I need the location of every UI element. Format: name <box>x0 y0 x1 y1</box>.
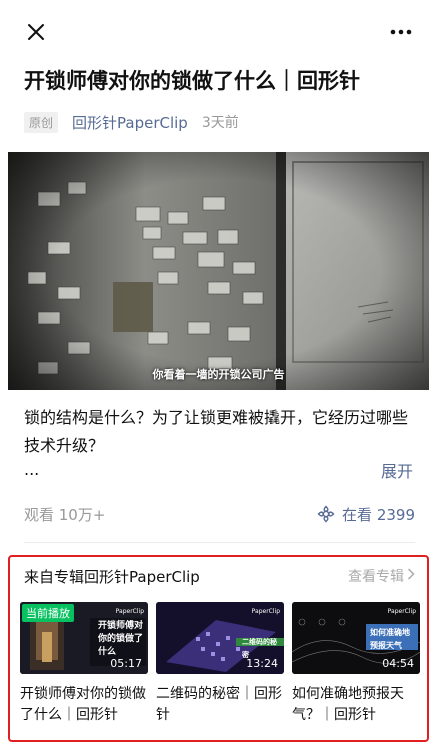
watching-button[interactable]: 在看 2399 <box>316 504 415 525</box>
description-ellipsis: ... <box>24 460 40 479</box>
card-title: 开锁师傅对你的锁做了什么｜回形针 <box>20 686 146 723</box>
now-playing-badge: 当前播放 <box>22 604 74 622</box>
thumb-brand: PaperClip <box>251 608 280 615</box>
article-title: 开锁师傅对你的锁做了什么｜回形针 <box>24 69 360 93</box>
publish-time: 3天前 <box>201 115 239 131</box>
card-title: 如何准确地预报天气？｜回形针 <box>292 686 404 723</box>
album-title: 来自专辑回形针PaperClip <box>24 567 200 586</box>
close-icon[interactable] <box>24 20 48 44</box>
video-thumbnail: PaperClip 如何准确地预报天气 04:54 <box>292 602 420 674</box>
top-bar <box>0 0 437 64</box>
thumb-brand: PaperClip <box>387 608 416 615</box>
album-header: 来自专辑回形针PaperClip 查看专辑 <box>24 565 415 587</box>
album-card[interactable]: PaperClip 如何准确地预报天气 04:54 如何准确地预报天气？｜回形针 <box>292 602 420 726</box>
author-link[interactable]: 回形针PaperClip <box>72 112 188 133</box>
chevron-right-icon <box>407 568 415 584</box>
album-cards: 当前播放 PaperClip 开锁师傅对你的锁做了什么 05:17 开锁师傅对你… <box>20 602 420 737</box>
video-player[interactable]: 你看着一墙的开锁公司广告 <box>8 152 429 390</box>
album-section: 来自专辑回形针PaperClip 查看专辑 当前播放 PaperClip 开锁师… <box>8 555 429 742</box>
video-duration: 05:17 <box>110 657 142 670</box>
video-thumbnail: 当前播放 PaperClip 开锁师傅对你的锁做了什么 05:17 <box>20 602 148 674</box>
video-thumbnail: PaperClip 二维码的秘密 13:24 <box>156 602 284 674</box>
video-duration: 04:54 <box>382 657 414 670</box>
video-frame <box>8 152 429 390</box>
video-subtitle: 你看着一墙的开锁公司广告 <box>152 368 285 381</box>
flower-icon <box>317 505 335 523</box>
album-card[interactable]: 当前播放 PaperClip 开锁师傅对你的锁做了什么 05:17 开锁师傅对你… <box>20 602 148 726</box>
view-album-button[interactable]: 查看专辑 <box>348 566 415 586</box>
article-meta: 原创 回形针PaperClip 3天前 <box>24 110 239 134</box>
divider <box>24 542 415 543</box>
card-title: 二维码的秘密｜回形针 <box>156 686 282 723</box>
thumb-title-text: 如何准确地预报天气 <box>370 628 410 650</box>
watching-count: 在看 2399 <box>342 505 415 524</box>
view-count: 观看 10万+ <box>24 505 106 524</box>
stats-row: 观看 10万+ 在看 2399 <box>24 500 415 528</box>
expand-button[interactable]: 展开 <box>381 458 413 482</box>
thumb-brand: PaperClip <box>115 608 144 615</box>
video-description: 锁的结构是什么？为了让锁更难被撬开，它经历过哪些技术升级？ <box>24 408 409 455</box>
original-tag: 原创 <box>24 111 59 133</box>
more-icon[interactable] <box>387 22 415 42</box>
video-duration: 13:24 <box>246 657 278 670</box>
thumb-title-text: 开锁师傅对你的锁做了什么 <box>98 621 144 657</box>
album-card[interactable]: PaperClip 二维码的秘密 13:24 二维码的秘密｜回形针 <box>156 602 284 726</box>
view-album-label: 查看专辑 <box>348 569 404 585</box>
